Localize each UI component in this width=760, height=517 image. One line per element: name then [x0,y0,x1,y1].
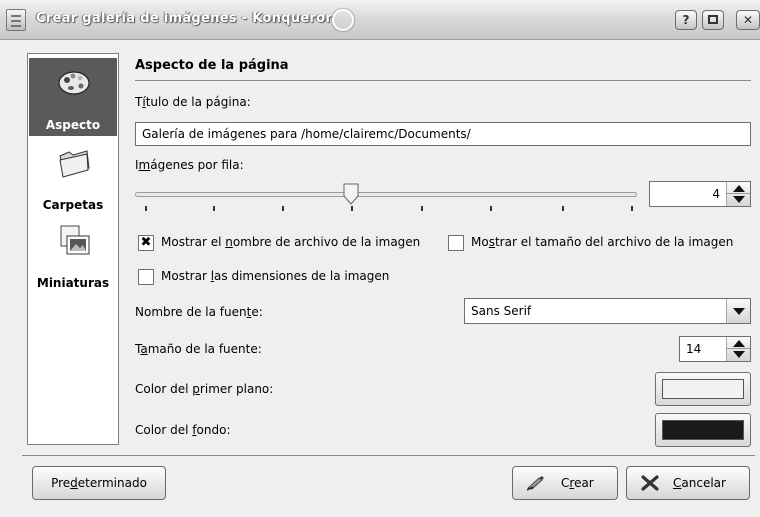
font-size-spinbox[interactable]: 14 [679,336,751,362]
slider-tick [213,206,215,211]
page-title-input[interactable]: Galería de imágenes para /home/clairemc/… [135,122,751,146]
slider-tick [490,206,492,211]
font-name-combobox[interactable]: Sans Serif [464,298,751,324]
decrement-icon[interactable] [733,351,745,358]
show-dimensions-checkbox[interactable] [138,269,154,285]
close-button[interactable]: ✕ [736,10,760,30]
spinbox-arrows[interactable] [726,182,750,206]
sidebar: Aspecto Carpetas Miniaturas [27,53,119,445]
show-dimensions-label: Mostrar las dimensiones de la imagen [161,269,390,283]
show-filename-label: Mostrar el nombre de archivo de la image… [161,235,421,249]
sidebar-item-aspecto[interactable]: Aspecto [29,58,117,136]
help-button[interactable]: ? [675,10,697,30]
brush-icon [527,476,544,491]
slider-tick [421,206,423,211]
spinbox-arrows[interactable] [726,337,750,361]
foreground-color-swatch [662,379,744,399]
spinbox-value: 4 [712,187,720,201]
foreground-color-label: Color del primer plano: [135,382,274,396]
app-menu-icon[interactable] [6,9,26,31]
thumbnails-icon [60,225,90,255]
slider-tick [631,206,633,211]
spinbox-value: 14 [686,342,702,356]
increment-icon[interactable] [733,185,745,192]
defaults-button[interactable]: Predeterminado [32,466,166,500]
create-button[interactable]: Crear [512,466,618,500]
cancel-icon [641,475,659,491]
background-color-label: Color del fondo: [135,423,231,437]
sidebar-item-label: Carpetas [42,198,104,212]
section-title: Aspecto de la página [135,58,289,73]
images-per-row-spinbox[interactable]: 4 [649,181,751,207]
footer-divider [22,455,755,456]
slider-tick [145,206,147,211]
slider-tick [562,206,564,211]
section-divider [135,80,751,81]
show-filename-checkbox[interactable]: ✖ [138,235,154,251]
title-bar[interactable]: Crear galería de imágenes - Konqueror ? … [0,0,760,40]
decrement-icon[interactable] [733,196,745,203]
palette-icon [58,71,90,95]
sidebar-item-miniaturas[interactable]: Miniaturas [29,216,117,294]
folder-icon [59,150,90,178]
show-filesize-label: Mostrar el tamaño del archivo de la imag… [471,235,734,249]
font-name-value: Sans Serif [471,304,532,318]
appearance-panel: Aspecto de la página Título de la página… [135,53,755,448]
images-per-row-label: Imágenes por fila: [135,158,244,172]
slider-tick [282,206,284,211]
sidebar-item-carpetas[interactable]: Carpetas [29,138,117,216]
sidebar-item-label: Aspecto [45,118,101,132]
images-per-row-slider-handle[interactable] [343,183,359,205]
sidebar-item-label: Miniaturas [36,276,110,290]
window-title: Crear galería de imágenes - Konqueror [36,11,333,26]
foreground-color-button[interactable] [655,372,751,406]
chevron-down-icon[interactable] [726,299,750,323]
increment-icon[interactable] [733,340,745,347]
page-title-label: Título de la página: [135,95,251,109]
maximize-icon [708,15,718,24]
show-filesize-checkbox[interactable] [448,235,464,251]
font-name-label: Nombre de la fuente: [135,305,263,319]
background-color-swatch [662,420,744,440]
maximize-button[interactable] [702,10,724,30]
slider-tick [351,206,353,211]
images-per-row-slider-track[interactable] [135,192,637,197]
konqueror-spiral-icon [332,9,354,31]
background-color-button[interactable] [655,413,751,447]
close-icon: ✕ [742,13,754,27]
font-size-label: Tamaño de la fuente: [135,342,262,356]
cancel-button[interactable]: Cancelar [626,466,750,500]
